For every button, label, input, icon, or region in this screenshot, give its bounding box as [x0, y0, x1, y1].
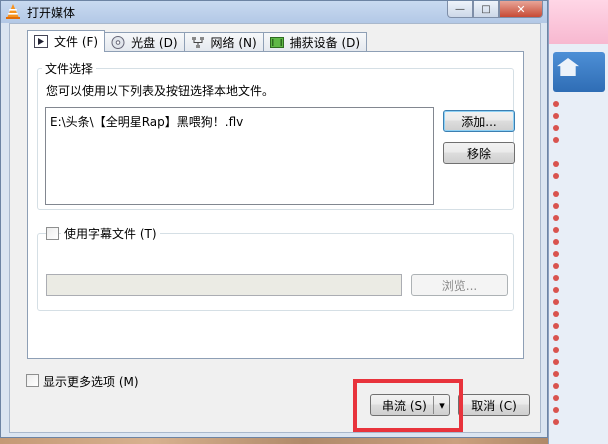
close-button[interactable]: ✕: [499, 1, 543, 18]
show-more-options-label[interactable]: 显示更多选项 (M): [43, 373, 139, 390]
file-list-item[interactable]: E:\头条\【全明星Rap】黑喂狗！.flv: [50, 113, 243, 130]
remove-file-button[interactable]: 移除: [443, 142, 515, 164]
window-controls: — □ ✕: [447, 1, 543, 19]
title-bar[interactable]: 打开媒体 — □ ✕: [1, 1, 547, 23]
minimize-button[interactable]: —: [447, 1, 473, 18]
tab-strip: 文件 (F) 光盘 (D) 网络 (N) 捕获设备 (D): [27, 30, 368, 52]
vlc-cone-icon: [6, 4, 20, 19]
maximize-icon: □: [481, 3, 491, 15]
use-subtitle-checkbox[interactable]: [46, 227, 59, 240]
maximize-button[interactable]: □: [473, 1, 499, 18]
background-app-window: [548, 0, 608, 444]
file-list[interactable]: E:\头条\【全明星Rap】黑喂狗！.flv: [45, 107, 434, 205]
add-file-button[interactable]: 添加...: [443, 110, 515, 132]
dialog-client-area: 文件 (F) 光盘 (D) 网络 (N) 捕获设备 (D) 文件选择 您可以使用…: [9, 23, 541, 433]
cancel-button[interactable]: 取消 (C): [458, 394, 530, 416]
file-tab-panel: 文件选择 您可以使用以下列表及按钮选择本地文件。 E:\头条\【全明星Rap】黑…: [27, 51, 524, 359]
use-subtitle-label[interactable]: 使用字幕文件 (T): [61, 225, 160, 242]
close-icon: ✕: [516, 2, 526, 16]
file-selection-title: 文件选择: [42, 60, 97, 77]
show-more-options-checkbox[interactable]: [26, 374, 39, 387]
open-media-dialog: 打开媒体 — □ ✕ 文件 (F) 光盘 (D) 网络 (N) 捕获设备 (D)…: [0, 0, 548, 438]
tab-disc[interactable]: 光盘 (D): [104, 32, 185, 52]
tab-network-label: 网络 (N): [210, 36, 257, 50]
window-title: 打开媒体: [27, 6, 76, 20]
tab-file[interactable]: 文件 (F): [27, 30, 106, 52]
minimize-icon: —: [455, 3, 465, 15]
tab-capture-device[interactable]: 捕获设备 (D): [262, 32, 368, 52]
disc-icon: [111, 36, 125, 49]
highlight-annotation-box: [353, 379, 463, 432]
tab-disc-label: 光盘 (D): [131, 36, 178, 50]
tab-file-label: 文件 (F): [54, 35, 99, 49]
network-icon: [191, 37, 204, 48]
file-selection-description: 您可以使用以下列表及按钮选择本地文件。: [46, 84, 275, 98]
subtitle-path-field: [46, 274, 402, 296]
tab-network[interactable]: 网络 (N): [183, 32, 264, 52]
tab-capture-device-label: 捕获设备 (D): [289, 36, 361, 50]
subtitle-group: [37, 233, 514, 311]
browse-subtitle-button: 浏览...: [411, 274, 508, 296]
file-icon: [34, 35, 48, 48]
capture-device-icon: [269, 37, 284, 48]
background-app-banner: [549, 0, 608, 44]
